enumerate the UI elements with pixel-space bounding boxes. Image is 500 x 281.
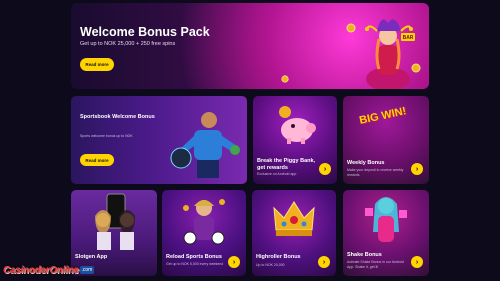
page: Welcome Bonus Pack Get up to NOK 25,000 … [0,0,500,281]
weekly-bonus-card[interactable]: BIG WIN! Weekly Bonus Make your deposit … [343,96,429,184]
card-title: Break the Piggy Bank, get rewards [257,158,316,171]
card-subtitle: Up to NOK 20,000 [256,263,285,267]
arrow-right-icon[interactable]: › [411,163,423,175]
goalkeeper-illustration [170,112,240,178]
sportsbook-read-more-button[interactable]: Read more [80,154,114,166]
card-subtitle: Activate Shake Bonus in our Android App.… [347,260,404,269]
shake-bonus-illustration [365,197,407,242]
piggy-bank-icon [279,106,316,144]
card-title: Weekly Bonus [347,160,385,166]
card-title: Highroller Bonus [256,254,301,260]
arrow-right-icon[interactable]: › [411,256,423,268]
app-promo-illustration [95,193,135,250]
card-subtitle: Make your deposit to receive weekly rewa… [347,168,404,177]
shake-bonus-card[interactable]: Shake Bonus Activate Shake Bonus in our … [343,190,429,276]
card-title: Shake Bonus [347,252,382,258]
highroller-bonus-card[interactable]: Highroller Bonus Up to NOK 20,000 › [252,190,336,276]
casinoderonline-watermark: CasinoderOnline .com [3,262,95,278]
watermark-name: CasinoderOnline [3,264,79,276]
hero-title: Welcome Bonus Pack [80,25,210,39]
piggy-bank-card[interactable]: Break the Piggy Bank, get rewards Exclus… [253,96,337,184]
arrow-right-icon[interactable]: › [318,256,330,268]
coin-icon [346,23,356,33]
welcome-bonus-banner[interactable]: Welcome Bonus Pack Get up to NOK 25,000 … [71,3,429,89]
card-title: Reload Sports Bonus [166,254,222,260]
reload-sports-bonus-card[interactable]: Reload Sports Bonus Get up to NOK 5,000 … [162,190,246,276]
big-win-banner: BIG WIN! [358,105,408,127]
card-title: Sportsbook Welcome Bonus [80,114,155,120]
card-subtitle: Sports welcome bonus up to NOK [80,134,133,138]
hero-read-more-button[interactable]: Read more [80,58,114,71]
jester-illustration: BAR [365,19,415,89]
watermark-suffix: .com [79,266,95,274]
fan-illustration [183,199,225,245]
card-subtitle: Get up to NOK 5,000 every weekend [166,262,224,266]
crown-icon [273,201,315,236]
sportsbook-welcome-bonus-card[interactable]: Sportsbook Welcome Bonus Sports welcome … [71,96,247,184]
arrow-right-icon[interactable]: › [228,256,240,268]
coin-icon [411,63,421,73]
card-title: Slotgen App [75,254,108,260]
coin-icon [281,75,289,83]
svg-text:BAR: BAR [403,35,414,41]
hero-subtitle: Get up to NOK 25,000 + 250 free spins [80,41,176,47]
arrow-right-icon[interactable]: › [319,163,331,175]
card-subtitle: Exclusive on Android app [257,172,297,176]
